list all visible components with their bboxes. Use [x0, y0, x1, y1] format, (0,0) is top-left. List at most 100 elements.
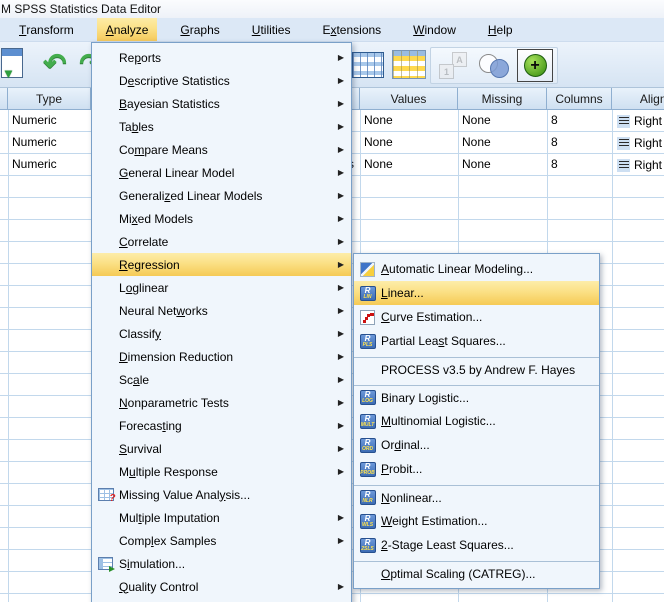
regression-submenu-item[interactable]: Partial Least Squares...	[354, 329, 599, 353]
type-cell[interactable]: Numeric	[8, 132, 91, 154]
analyze-menu-item[interactable]: Descriptive Statistics ▶	[92, 69, 351, 92]
regression-submenu-item[interactable]: Binary Logistic...	[354, 385, 599, 409]
alignment-cell[interactable]: Right	[612, 110, 664, 132]
analyze-menu-item[interactable]: Quality Control ▶	[92, 575, 351, 598]
label-seg: orrelate	[127, 234, 169, 249]
submenu-arrow-icon: ▶	[337, 306, 344, 315]
analyze-menu-item[interactable]: Bayesian Statistics ▶	[92, 92, 351, 115]
analyze-menu-item[interactable]: Scale ▶	[92, 368, 351, 391]
analyze-menu-item[interactable]: Nonparametric Tests ▶	[92, 391, 351, 414]
menubar-item[interactable]: Window	[404, 18, 465, 41]
menu-item-icon-slot	[354, 513, 381, 529]
menu-item-icon-slot	[92, 488, 119, 504]
analyze-menu-item[interactable]: Tables ▶	[92, 115, 351, 138]
type-cell[interactable]: Numeric	[8, 154, 91, 176]
label-seg: PROCESS v3.5 by Andrew F. Hayes	[381, 362, 576, 377]
analyze-menu-item[interactable]: Neural Networks ▶	[92, 299, 351, 322]
menu-item-icon	[359, 285, 376, 301]
regression-submenu-item[interactable]: PROCESS v3.5 by Andrew F. Hayes	[354, 357, 599, 381]
analyze-menu-item[interactable]: Reports ▶	[92, 46, 351, 69]
regression-submenu-item[interactable]: 2-Stage Least Squares...	[354, 533, 599, 557]
analyze-menu-item[interactable]: Multiple Imputation ▶	[92, 506, 351, 529]
regression-submenu-item[interactable]: Optimal Scaling (CATREG)...	[354, 561, 599, 585]
split-file-venn-icon[interactable]	[476, 49, 512, 82]
analyze-menu-item[interactable]: Regression ▶	[92, 253, 351, 276]
regression-submenu-item[interactable]: Weight Estimation...	[354, 509, 599, 533]
label-seg: ed Linear Models	[170, 188, 263, 203]
columns-cell[interactable]: 8	[547, 132, 612, 154]
analyze-menu-item[interactable]: Classify ▶	[92, 322, 351, 345]
analyze-menu-item[interactable]: Compare Means ▶	[92, 138, 351, 161]
analyze-menu-item[interactable]: General Linear Model ▶	[92, 161, 351, 184]
regression-submenu-item[interactable]: Nonlinear...	[354, 485, 599, 509]
label-seg: urvival	[127, 441, 162, 456]
regression-submenu-item[interactable]: Probit...	[354, 457, 599, 481]
menubar-item[interactable]: Analyze	[96, 18, 158, 41]
alignment-cell[interactable]: Right	[612, 154, 664, 176]
label-seg: scriptive Statistics	[134, 73, 230, 88]
analyze-menu-item[interactable]: Loglinear ▶	[92, 276, 351, 299]
value-labels-icon[interactable]	[435, 49, 471, 82]
variables-table-icon[interactable]	[392, 50, 426, 79]
regression-submenu-item[interactable]: Linear...	[354, 281, 599, 305]
analyze-menu-item[interactable]: Correlate ▶	[92, 230, 351, 253]
mnemonic-seg: H	[487, 22, 497, 37]
analyze-menu-item[interactable]: Forecasting ▶	[92, 414, 351, 437]
analyze-menu-item[interactable]: Multiple Response ▶	[92, 460, 351, 483]
missing-cell[interactable]: None	[458, 154, 547, 176]
analyze-menu-item[interactable]: Mixed Models ▶	[92, 207, 351, 230]
menubar-item[interactable]: Help	[479, 18, 522, 41]
regression-submenu-item[interactable]: Curve Estimation...	[354, 305, 599, 329]
label-seg: imension Reduction	[127, 349, 234, 364]
open-data-icon[interactable]	[1, 48, 23, 81]
analyze-menu-item[interactable]: Missing Value Analysis...	[92, 483, 351, 506]
type-cell[interactable]: Numeric	[8, 110, 91, 132]
label-seg: les	[138, 119, 154, 134]
row-number-cell[interactable]	[0, 132, 8, 154]
column-header-columns[interactable]: Columns	[547, 88, 612, 109]
columns-cell[interactable]: 8	[547, 154, 612, 176]
values-cell[interactable]: None	[360, 132, 458, 154]
data-table-icon[interactable]	[352, 52, 384, 78]
analyze-menu-item[interactable]: Complex Samples ▶	[92, 529, 351, 552]
undo-icon[interactable]	[38, 46, 72, 80]
regression-submenu-item[interactable]: Ordinal...	[354, 433, 599, 457]
column-header-alignment[interactable]: Alignment	[612, 88, 664, 109]
insert-plus-icon[interactable]	[517, 49, 553, 82]
menu-item-label: General Linear Model	[119, 166, 234, 180]
values-cell[interactable]: None	[360, 154, 458, 176]
regression-submenu-item[interactable]: Automatic Linear Modeling...	[354, 257, 599, 281]
column-header-missing[interactable]: Missing	[458, 88, 547, 109]
submenu-arrow-icon: ▶	[337, 237, 344, 246]
alignment-cell[interactable]: Right	[612, 132, 664, 154]
row-number-cell[interactable]	[0, 154, 8, 176]
label-seg: mulation...	[129, 556, 186, 571]
missing-cell[interactable]: None	[458, 132, 547, 154]
submenu-arrow-icon: ▶	[337, 582, 344, 591]
mnemonic-seg: L	[381, 286, 388, 300]
columns-cell[interactable]: 8	[547, 110, 612, 132]
menu-bar: Transform Analyze Graphs Utilities Ex ten…	[0, 18, 664, 42]
menubar-item[interactable]: Utilities	[243, 18, 300, 41]
analyze-menu-item[interactable]: Dimension Reduction ▶	[92, 345, 351, 368]
label-seg: indow	[424, 22, 456, 37]
column-header-rownum[interactable]	[0, 88, 8, 109]
column-header-values[interactable]: Values	[360, 88, 458, 109]
menu-item-label: Nonlinear...	[381, 491, 442, 505]
submenu-arrow-icon: ▶	[337, 513, 344, 522]
analyze-menu-item[interactable]: Survival ▶	[92, 437, 351, 460]
column-header-type[interactable]: Type	[8, 88, 91, 109]
menu-item-icon	[360, 309, 375, 325]
analyze-menu-item[interactable]: Simulation...	[92, 552, 351, 575]
menubar-item[interactable]: Ex tensions	[313, 18, 390, 41]
label-seg: urve Estimation...	[389, 310, 483, 324]
values-cell[interactable]: None	[360, 110, 458, 132]
menu-item-label: Linear...	[381, 286, 424, 300]
label-seg: tensions	[336, 22, 382, 37]
menubar-item[interactable]: Transform	[10, 18, 83, 41]
regression-submenu-item[interactable]: Multinomial Logistic...	[354, 409, 599, 433]
row-number-cell[interactable]	[0, 110, 8, 132]
menubar-item[interactable]: Graphs	[171, 18, 228, 41]
analyze-menu-item[interactable]: Generalized Linear Models ▶	[92, 184, 351, 207]
missing-cell[interactable]: None	[458, 110, 547, 132]
